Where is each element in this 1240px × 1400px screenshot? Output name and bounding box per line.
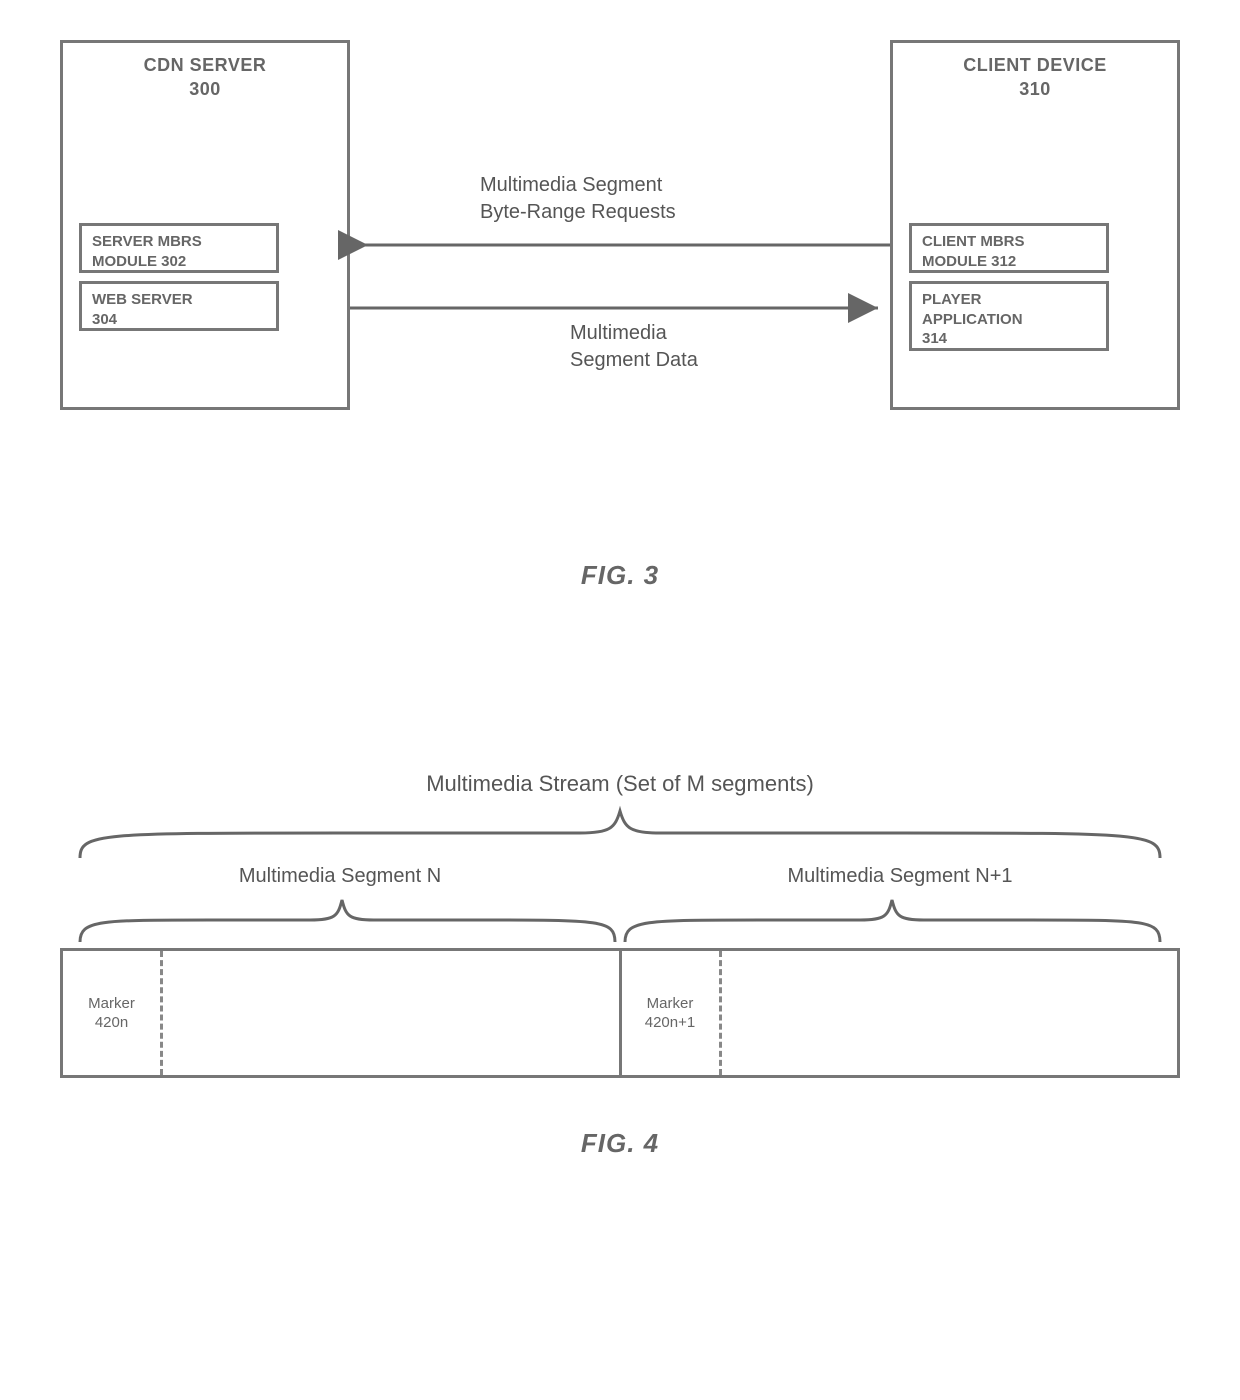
- figure-3-caption: FIG. 3: [60, 560, 1180, 591]
- segment-n1: Marker 420n+1: [619, 951, 1178, 1075]
- segment-labels: Multimedia Segment N Multimedia Segment …: [60, 865, 1180, 888]
- request-arrow-label: Multimedia Segment Byte-Range Requests: [480, 172, 676, 226]
- data-arrow: [350, 298, 890, 318]
- segment-n: Marker 420n: [63, 951, 619, 1075]
- cdn-server-box: CDN SERVER 300 SERVER MBRS MODULE 302 WE…: [60, 40, 350, 410]
- cdn-server-title: CDN SERVER 300: [63, 43, 347, 102]
- client-device-title: CLIENT DEVICE 310: [893, 43, 1177, 102]
- client-device-box: CLIENT DEVICE 310 CLIENT MBRS MODULE 312…: [890, 40, 1180, 410]
- server-mbrs-module: SERVER MBRS MODULE 302: [79, 223, 279, 273]
- stream-box: Marker 420n Marker 420n+1: [60, 948, 1180, 1078]
- marker-n: Marker 420n: [63, 951, 163, 1075]
- player-application-module: PLAYER APPLICATION 314: [909, 281, 1109, 351]
- segment-braces: [60, 892, 1180, 948]
- segment-n-label: Multimedia Segment N: [60, 865, 620, 888]
- segment-n1-label: Multimedia Segment N+1: [620, 865, 1180, 888]
- web-server-module: WEB SERVER 304: [79, 281, 279, 331]
- figure-3: CDN SERVER 300 SERVER MBRS MODULE 302 WE…: [60, 40, 1180, 500]
- stream-title: Multimedia Stream (Set of M segments): [60, 771, 1180, 797]
- figure-4: Multimedia Stream (Set of M segments) Mu…: [60, 771, 1180, 1159]
- request-arrow: [350, 235, 890, 255]
- figure-4-caption: FIG. 4: [60, 1128, 1180, 1159]
- stream-brace: [60, 803, 1180, 865]
- client-mbrs-module: CLIENT MBRS MODULE 312: [909, 223, 1109, 273]
- marker-n1: Marker 420n+1: [622, 951, 722, 1075]
- data-arrow-label: Multimedia Segment Data: [570, 320, 698, 374]
